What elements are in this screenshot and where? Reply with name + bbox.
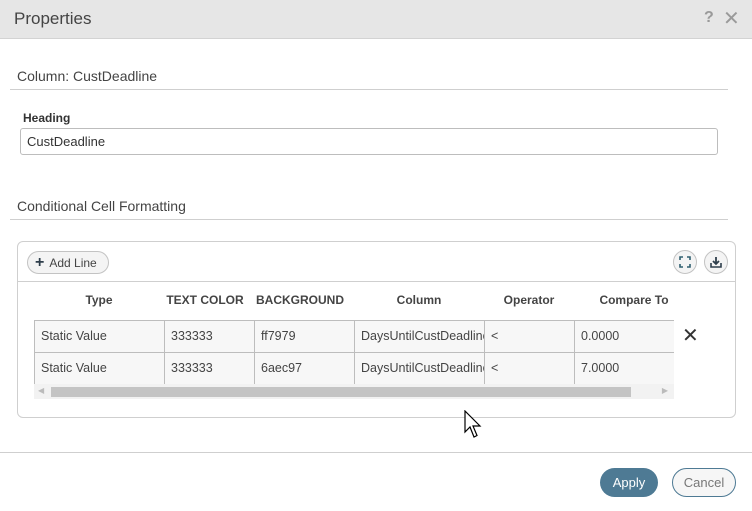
close-icon[interactable]: ✕ — [723, 6, 740, 31]
cell-background[interactable]: ff7979 — [254, 320, 355, 353]
panel-toolbar: + Add Line — [18, 242, 735, 282]
properties-dialog: Properties ? ✕ Column: CustDeadline Head… — [0, 0, 752, 511]
cell-operator[interactable]: < — [484, 320, 575, 353]
column-header-background[interactable]: BACKGROUND — [250, 293, 350, 307]
scroll-left-icon[interactable]: ◀ — [38, 386, 44, 395]
formatting-panel: + Add Line Type TEXT COLOR BACKGROUND Co… — [17, 241, 736, 418]
table-row[interactable]: Static Value 333333 6aec97 DaysUntilCust… — [34, 352, 674, 385]
scrollbar-thumb[interactable] — [51, 387, 631, 397]
help-icon[interactable]: ? — [704, 9, 714, 27]
formatting-grid: Type TEXT COLOR BACKGROUND Column Operat… — [34, 282, 674, 385]
formatting-section-title: Conditional Cell Formatting — [17, 198, 186, 214]
cell-compare-to[interactable]: 0.0000 — [574, 320, 674, 353]
cell-column[interactable]: DaysUntilCustDeadline — [354, 320, 485, 353]
download-button[interactable] — [704, 250, 728, 274]
grid-header: Type TEXT COLOR BACKGROUND Column Operat… — [34, 282, 674, 320]
plus-icon: + — [35, 253, 45, 271]
table-row[interactable]: Static Value 333333 ff7979 DaysUntilCust… — [34, 320, 674, 353]
add-line-button[interactable]: + Add Line — [27, 251, 109, 274]
section-divider — [10, 89, 728, 90]
scroll-right-icon[interactable]: ▶ — [662, 386, 668, 395]
cell-background[interactable]: 6aec97 — [254, 352, 355, 385]
delete-row-icon[interactable]: ✕ — [682, 323, 699, 348]
dialog-titlebar: Properties ? ✕ — [0, 0, 752, 39]
column-section-title: Column: CustDeadline — [17, 68, 158, 84]
column-header-compare-to[interactable]: Compare To — [574, 293, 694, 307]
column-header-type[interactable]: Type — [34, 293, 164, 307]
section-divider — [10, 219, 728, 220]
cell-column[interactable]: DaysUntilCustDeadline — [354, 352, 485, 385]
apply-button[interactable]: Apply — [600, 468, 658, 497]
heading-label: Heading — [23, 111, 71, 125]
cell-text-color[interactable]: 333333 — [164, 352, 255, 385]
heading-input[interactable] — [20, 128, 718, 155]
cell-text-color[interactable]: 333333 — [164, 320, 255, 353]
column-header-text-color[interactable]: TEXT COLOR — [164, 293, 246, 307]
cancel-button[interactable]: Cancel — [672, 468, 736, 497]
dialog-title: Properties — [14, 9, 92, 28]
cell-compare-to[interactable]: 7.0000 — [574, 352, 674, 385]
column-header-column[interactable]: Column — [354, 293, 484, 307]
mouse-cursor-icon — [464, 410, 482, 438]
cell-type[interactable]: Static Value — [34, 352, 165, 385]
column-header-operator[interactable]: Operator — [484, 293, 574, 307]
add-line-label: Add Line — [49, 255, 97, 270]
expand-button[interactable] — [673, 250, 697, 274]
cell-operator[interactable]: < — [484, 352, 575, 385]
horizontal-scrollbar[interactable]: ◀ ▶ — [34, 384, 674, 399]
expand-icon — [679, 256, 691, 268]
download-icon — [710, 257, 722, 268]
footer-divider — [0, 452, 752, 453]
cell-type[interactable]: Static Value — [34, 320, 165, 353]
